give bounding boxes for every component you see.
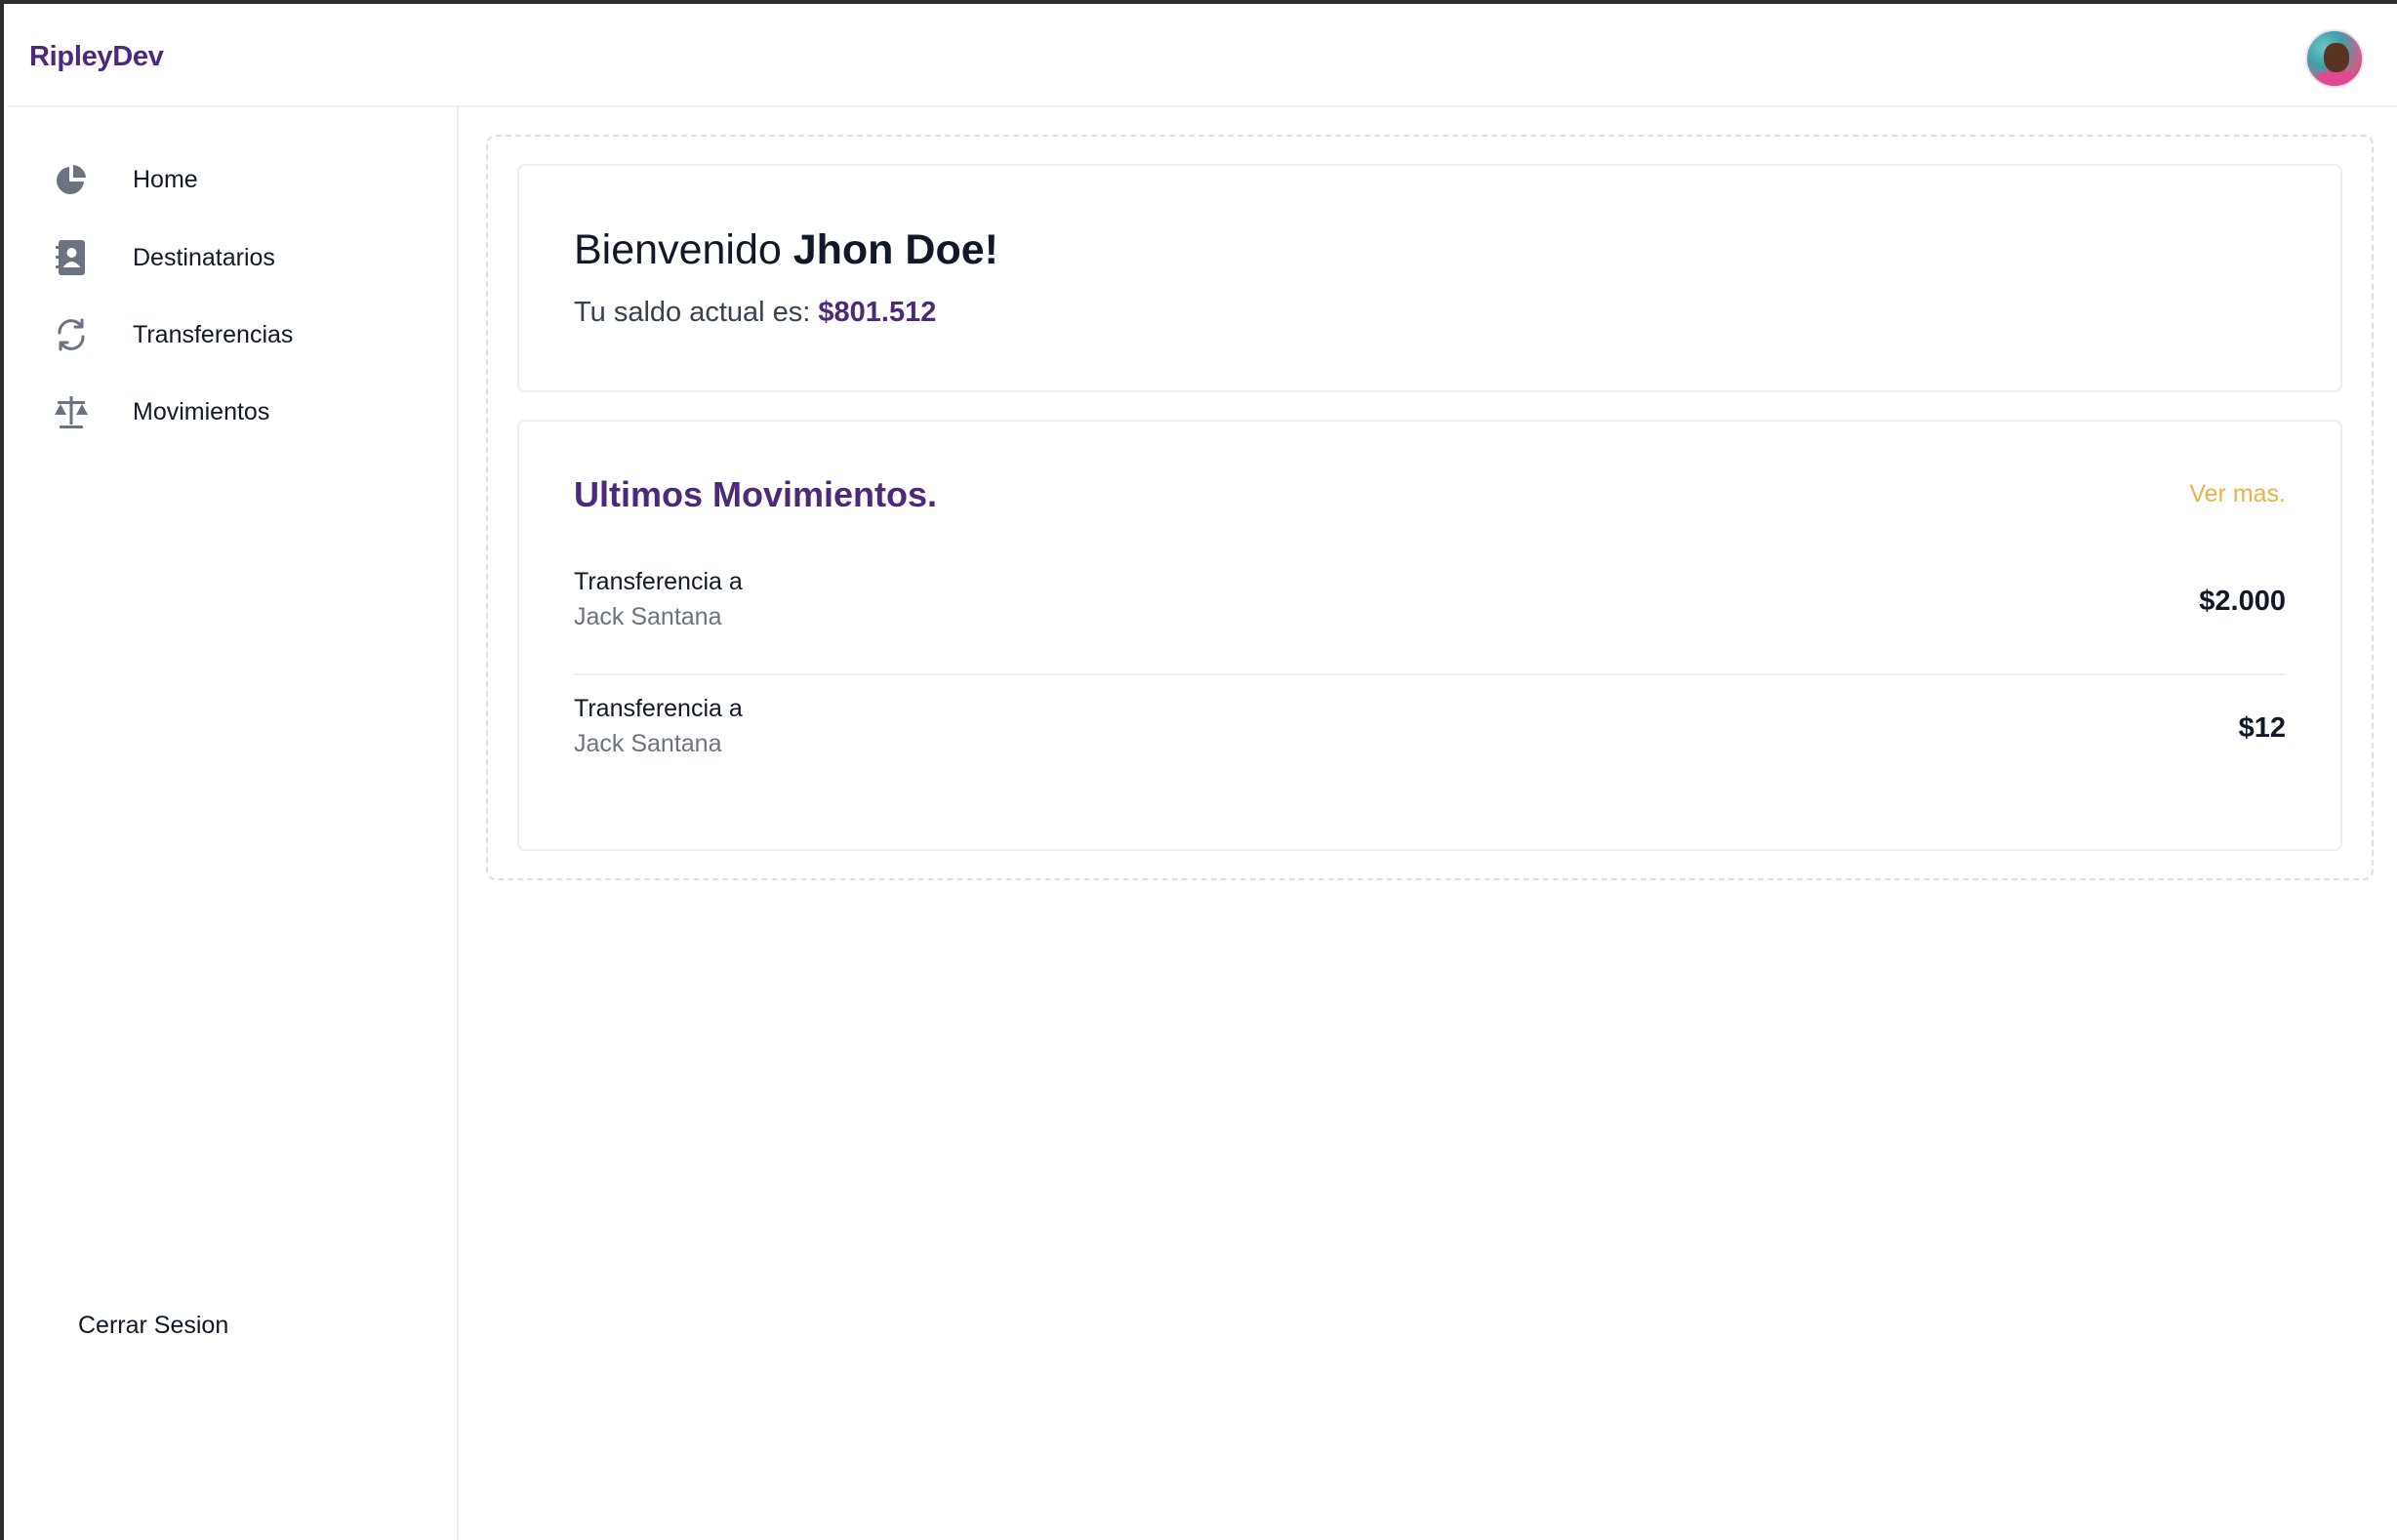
sidebar-item-label: Movimientos [133, 397, 270, 426]
avatar-shirt [2315, 70, 2358, 86]
sidebar-item-movimientos[interactable]: Movimientos [53, 388, 269, 435]
section-title: Ultimos Movimientos. [574, 474, 938, 514]
sidebar-item-destinatarios[interactable]: Destinatarios [53, 234, 275, 281]
movement-type: Transferencia a [574, 695, 743, 722]
greeting-text: Bienvenido [574, 226, 782, 273]
welcome-card: Bienvenido Jhon Doe! Tu saldo actual es:… [517, 164, 2342, 392]
user-name: Jhon Doe! [792, 226, 998, 273]
recent-movements-card: Ultimos Movimientos. Ver mas. Transferen… [517, 420, 2342, 851]
welcome-title: Bienvenido Jhon Doe! [574, 226, 998, 274]
balance-value: $801.512 [818, 297, 937, 328]
sidebar: Home Destinatarios Transferencias Movimi… [8, 107, 459, 1540]
scale-icon [53, 393, 90, 430]
movement-amount: $12 [2238, 712, 2286, 744]
refresh-icon [53, 316, 90, 353]
movement-amount: $2.000 [2199, 586, 2286, 617]
balance-label: Tu saldo actual es: [574, 297, 811, 328]
address-book-icon [53, 239, 90, 276]
movement-row[interactable]: Transferencia a Jack Santana $2.000 [574, 568, 2286, 675]
balance-line: Tu saldo actual es: $801.512 [574, 297, 936, 329]
sidebar-item-label: Transferencias [133, 320, 294, 348]
movement-type: Transferencia a [574, 568, 743, 595]
app-window: RipleyDev Home Destinatarios Transferenc… [0, 0, 2397, 1540]
user-avatar[interactable] [2305, 29, 2364, 88]
sidebar-item-home[interactable]: Home [53, 156, 198, 203]
brand-logo[interactable]: RipleyDev [29, 41, 164, 73]
movement-row[interactable]: Transferencia a Jack Santana $12 [574, 695, 2286, 789]
pie-chart-icon [53, 161, 90, 198]
avatar-face [2324, 43, 2349, 72]
sidebar-item-transferencias[interactable]: Transferencias [53, 311, 293, 358]
logout-button[interactable]: Cerrar Sesion [78, 1312, 228, 1340]
main-content: Bienvenido Jhon Doe! Tu saldo actual es:… [486, 135, 2374, 880]
sidebar-item-label: Destinatarios [133, 243, 275, 271]
movement-recipient: Jack Santana [574, 603, 722, 630]
movement-recipient: Jack Santana [574, 730, 722, 757]
top-bar: RipleyDev [8, 8, 2397, 107]
sidebar-item-label: Home [133, 165, 198, 193]
see-more-link[interactable]: Ver mas. [2189, 480, 2286, 508]
